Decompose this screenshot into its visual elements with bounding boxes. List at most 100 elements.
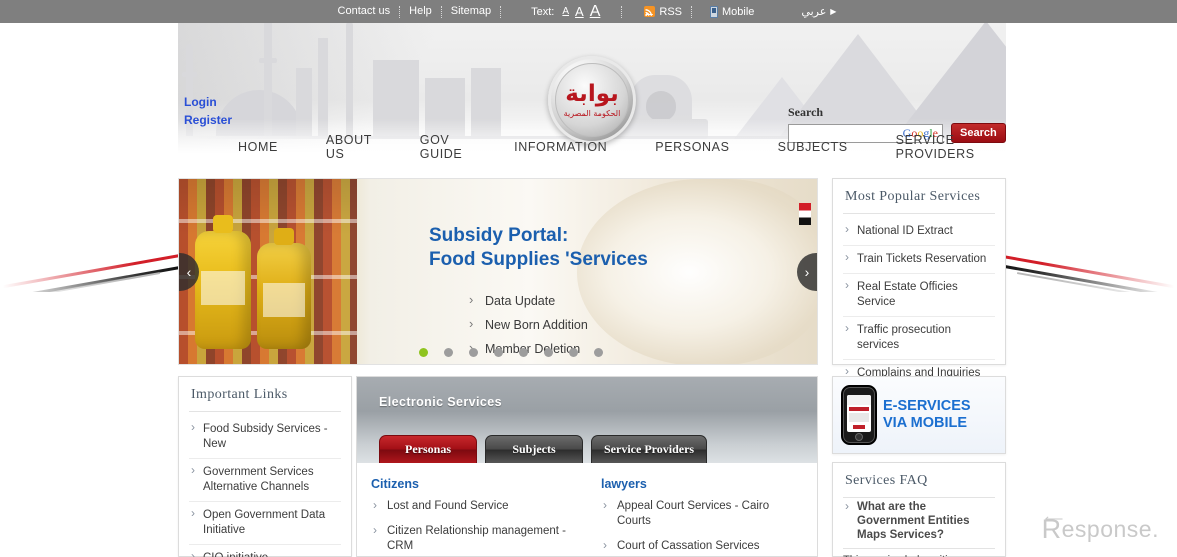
carousel-title: Subsidy Portal: Food Supplies 'Services [429,224,648,272]
carousel-dot[interactable] [444,348,453,357]
rss-icon-arcs [645,9,653,16]
carousel-dot[interactable] [569,348,578,357]
tab-subjects[interactable]: Subjects [485,435,583,463]
list-item[interactable]: Government Services Alternative Channels [189,459,341,502]
carousel-dot[interactable] [494,348,503,357]
electronic-services-title: Electronic Services [379,395,502,409]
arabic-label: عربي [801,5,827,18]
rss-icon [644,6,656,17]
citizens-heading: Citizens [371,477,419,491]
text-size-large[interactable]: A [587,3,604,21]
list-item[interactable]: Court of Cassation Services [601,538,805,556]
divider [691,5,692,18]
phone-screen-box [849,413,869,422]
phone-screen-button [853,425,865,429]
nav-item-about-us[interactable]: ABOUT US [302,133,396,161]
important-links-panel: Important Links Food Subsidy Services - … [178,376,352,557]
phone-screen-header [847,395,871,405]
electronic-services-body: Citizens Lost and Found Service Citizen … [357,463,817,556]
list-item[interactable]: National ID Extract [843,218,995,246]
hero-carousel[interactable]: Subsidy Portal: Food Supplies 'Services … [178,178,818,365]
flag-ribbon-right [997,232,1177,292]
services-faq-panel: Services FAQ What are the Government Ent… [832,462,1006,557]
watermark-initial: ⟵ R [1042,511,1064,545]
mobile-promo-line2: VIA MOBILE [883,415,968,431]
carousel-dot[interactable] [544,348,553,357]
arrow-left-icon: ⟵ [1044,511,1064,526]
carousel-dot[interactable] [419,348,428,357]
carousel-list-item[interactable]: New Born Addition [469,312,588,337]
contact-us-link[interactable]: Contact us [331,0,398,23]
faq-question[interactable]: What are the Government Entities Maps Se… [833,498,1005,548]
citizens-column: Citizens Lost and Found Service Citizen … [357,477,587,556]
lawyers-column: lawyers Appeal Court Services - Cairo Co… [587,477,817,556]
popular-services-list: National ID Extract Train Tickets Reserv… [833,214,1005,393]
text-size-medium[interactable]: A [572,4,587,19]
list-item[interactable]: Citizen Relationship management - CRM [371,523,575,556]
list-item[interactable]: Lost and Found Service [371,498,575,524]
phone-screen [847,395,871,432]
list-item[interactable]: Open Government Data Initiative [189,502,341,545]
egypt-flag-icon [799,203,811,225]
logo-inner-disc: بوابة الحكومة المصرية [555,63,629,137]
carousel-dot[interactable] [519,348,528,357]
logo-arabic-main: بوابة [565,80,620,107]
flag-ribbon-left [0,232,182,292]
list-item[interactable]: Real Estate Officies Service [843,274,995,317]
electronic-services-panel: Electronic Services Personas Subjects Se… [356,376,818,557]
nav-item-information[interactable]: INFORMATION [490,140,631,154]
carousel-list-item[interactable]: Data Update [469,288,588,313]
rss-link[interactable]: RSS [624,6,689,18]
ribbon-black [998,264,1169,292]
carousel-dots [419,348,603,357]
list-item[interactable]: CIO initiative [189,545,341,557]
list-item[interactable]: Train Tickets Reservation [843,246,995,274]
nav-item-subjects[interactable]: SUBJECTS [754,140,872,154]
lawyers-heading: lawyers [601,477,647,491]
response-watermark: ⟵ R esponse. [1042,511,1159,545]
tab-service-providers[interactable]: Service Providers [591,435,708,463]
list-item[interactable]: Appeal Court Services - Cairo Courts [601,498,805,539]
nav-item-service-providers[interactable]: SERVICE PROVIDERS [872,133,1006,161]
most-popular-services-panel: Most Popular Services National ID Extrac… [832,178,1006,379]
panel-title: Important Links [191,387,288,402]
carousel-title-line1: Subsidy Portal: [429,225,569,246]
list-item[interactable]: Food Subsidy Services - New [189,416,341,459]
register-link[interactable]: Register [184,111,232,129]
login-link[interactable]: Login [184,93,232,111]
lawyers-service-list: Appeal Court Services - Cairo Courts Cou… [601,498,805,556]
tab-personas[interactable]: Personas [379,435,477,463]
nav-item-home[interactable]: HOME [214,140,302,154]
text-size-small[interactable]: A [559,6,572,17]
triangle-right-icon: ▶ [830,7,837,16]
sphinx-face [646,91,676,121]
divider [621,5,623,18]
sitemap-link[interactable]: Sitemap [444,0,498,23]
rss-label: RSS [659,5,682,18]
carousel-dot[interactable] [594,348,603,357]
help-link[interactable]: Help [402,0,439,23]
eservices-via-mobile-banner[interactable]: E-SERVICES VIA MOBILE [832,376,1006,454]
divider [399,5,401,18]
nav-item-gov-guide[interactable]: GOV GUIDE [396,133,490,161]
main-navigation: HOME ABOUT US GOV GUIDE INFORMATION PERS… [178,131,1006,163]
arabic-language-link[interactable]: عربي ▶ [761,5,846,18]
minaret-silhouette [182,72,197,77]
oil-bottle-image [257,228,311,349]
text-size-label: Text: [531,5,555,18]
panel-title: Most Popular Services [845,189,981,204]
top-utility-bar: Contact us Help Sitemap Text: A A A RSS [0,0,1177,23]
account-links: Login Register [184,93,232,129]
oil-bottle-image [195,215,251,349]
nav-item-personas[interactable]: PERSONAS [631,140,753,154]
citizens-service-list: Lost and Found Service Citizen Relations… [371,498,575,556]
list-item[interactable]: Traffic prosecution services [843,317,995,360]
faq-answer: This service helps citizens... More [833,549,1005,557]
carousel-dot[interactable] [469,348,478,357]
divider [440,5,442,18]
watermark-text: esponse. [1061,516,1159,542]
bottle-label [263,283,305,317]
smartphone-icon [841,385,877,445]
mobile-link[interactable]: Mobile [694,5,761,18]
carousel-title-line2: Food Supplies 'Services [429,249,648,270]
